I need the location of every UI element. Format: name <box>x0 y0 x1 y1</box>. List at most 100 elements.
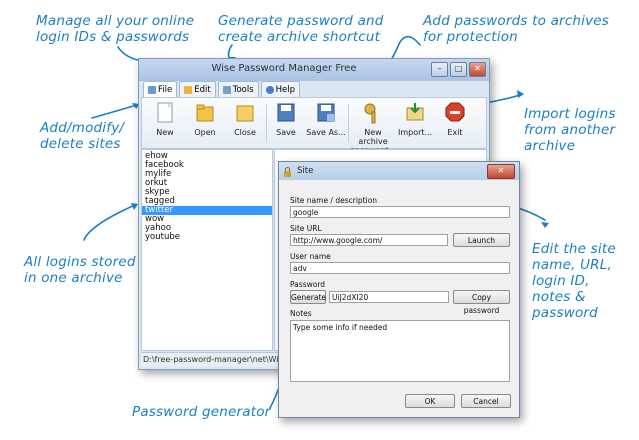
annotation-line: name, URL, <box>532 257 612 273</box>
save-button[interactable]: Save <box>270 102 302 137</box>
annotation-line: login ID, <box>532 273 590 289</box>
launch-button[interactable]: Launch <box>453 233 510 247</box>
annotation-line: notes & <box>532 289 586 305</box>
annotation-line: Password generator <box>132 404 271 420</box>
floppy-disk-icon <box>276 102 296 124</box>
annotation-manage: Manage all your online login IDs & passw… <box>36 13 194 45</box>
tools-icon <box>222 85 231 94</box>
list-item[interactable]: youtube <box>142 233 272 242</box>
annotation-line: in one archive <box>24 270 123 286</box>
toolbar-separator <box>348 104 349 142</box>
open-label: Open <box>194 128 216 137</box>
annotation-line: password <box>532 305 598 321</box>
annotation-import: Import logins from another archive <box>524 106 616 154</box>
new-archive-password-button[interactable]: New archive password... <box>350 102 396 155</box>
site-url-label: Site URL <box>290 224 322 233</box>
folder-closed-icon <box>235 102 255 124</box>
annotation-line: create archive shortcut <box>218 29 381 45</box>
user-name-field[interactable]: adv <box>290 262 510 274</box>
file-icon <box>148 85 156 94</box>
site-dialog-title: Site <box>297 166 314 176</box>
arrowhead-edit-site <box>541 222 549 228</box>
open-button[interactable]: Open <box>188 102 222 137</box>
tab-edit[interactable]: Edit <box>179 81 216 97</box>
copy-password-button[interactable]: Copy password <box>453 290 510 315</box>
site-dialog-close-button[interactable]: ✕ <box>487 164 515 179</box>
menu-tabs: File Edit Tools Help <box>143 81 301 97</box>
arrowhead-import <box>517 90 524 98</box>
annotation-line: for protection <box>423 29 518 45</box>
close-button[interactable]: ✕ <box>469 62 486 77</box>
tab-label: File <box>158 84 173 95</box>
new-archive-label: New archive <box>358 128 388 146</box>
window-title: Wise Password Manager Free <box>211 63 357 74</box>
window-controls: – □ ✕ <box>431 62 486 77</box>
folder-open-icon <box>195 102 215 124</box>
tab-label: Help <box>275 84 296 95</box>
arrowhead-all-logins <box>131 203 138 210</box>
annotation-all-logins: All logins stored in one archive <box>24 254 136 286</box>
tab-help[interactable]: Help <box>260 81 301 97</box>
maximize-button[interactable]: □ <box>450 62 467 77</box>
edit-icon <box>184 85 193 94</box>
annotation-line: Edit the site <box>532 241 616 257</box>
annotation-line: Add passwords to archives <box>423 13 610 29</box>
floppy-disk-save-as-icon <box>316 102 336 124</box>
tab-tools[interactable]: Tools <box>217 81 259 97</box>
toolbar-separator <box>266 104 267 142</box>
new-file-icon <box>155 102 175 124</box>
cancel-button[interactable]: Cancel <box>461 394 511 408</box>
lock-icon <box>283 166 292 177</box>
annotation-line: Generate password and <box>218 13 384 29</box>
site-list[interactable]: ehow facebook mylife orkut skype tagged … <box>141 149 273 351</box>
arrow-add-modify <box>91 103 141 119</box>
annotation-line: Import logins <box>524 106 616 122</box>
import-label: Import... <box>398 128 433 137</box>
save-label: Save <box>276 128 296 137</box>
site-dialog-titlebar[interactable]: Site ✕ <box>279 162 519 180</box>
password-field[interactable]: UiJ2dXI20 <box>329 291 449 303</box>
exit-button[interactable]: Exit <box>438 102 472 137</box>
key-icon <box>363 102 383 124</box>
notes-field[interactable]: Type some info if needed <box>290 320 510 382</box>
exit-label: Exit <box>447 128 463 137</box>
help-icon <box>265 85 274 94</box>
annotation-add-archives: Add passwords to archives for protection <box>423 13 609 45</box>
site-name-label: Site name / description <box>290 196 378 205</box>
arrow-all-logins <box>83 204 136 241</box>
annotation-line: delete sites <box>40 136 121 152</box>
site-dialog: Site ✕ Site name / description google Si… <box>278 161 520 418</box>
save-as-label: Save As... <box>306 128 346 137</box>
import-button[interactable]: Import... <box>398 102 432 137</box>
annotation-generate: Generate password and create archive sho… <box>218 13 384 45</box>
tab-label: Edit <box>194 84 211 95</box>
generate-button[interactable]: Generate <box>290 290 326 304</box>
annotation-line: from another <box>524 122 616 138</box>
annotation-line: archive <box>524 138 576 154</box>
close-label: Close <box>234 128 256 137</box>
main-titlebar[interactable]: Wise Password Manager Free – □ ✕ <box>139 59 489 81</box>
stop-icon <box>445 102 465 124</box>
minimize-button[interactable]: – <box>431 62 448 77</box>
import-icon <box>405 102 425 124</box>
password-label: Password <box>290 280 326 289</box>
notes-label: Notes <box>290 309 312 318</box>
new-label: New <box>156 128 174 137</box>
new-button[interactable]: New <box>148 102 182 137</box>
close-archive-button[interactable]: Close <box>228 102 262 137</box>
user-name-label: User name <box>290 252 331 261</box>
site-name-field[interactable]: google <box>290 206 510 218</box>
annotation-line: login IDs & passwords <box>36 29 190 45</box>
save-as-button[interactable]: Save As... <box>306 102 346 137</box>
tab-file[interactable]: File <box>143 81 178 97</box>
annotation-add-modify: Add/modify/ delete sites <box>40 120 124 152</box>
ok-button[interactable]: OK <box>405 394 455 408</box>
annotation-password-generator: Password generator <box>132 404 270 420</box>
annotation-line: Manage all your online <box>36 13 195 29</box>
toolbar-ribbon: New Open Close Save Save As... New archi… <box>141 97 487 155</box>
tab-label: Tools <box>232 84 254 95</box>
annotation-line: Add/modify/ <box>40 120 125 136</box>
site-url-field[interactable]: http://www.google.com/ <box>290 234 448 246</box>
annotation-line: All logins stored <box>24 254 136 270</box>
annotation-edit-site: Edit the site name, URL, login ID, notes… <box>532 241 616 321</box>
